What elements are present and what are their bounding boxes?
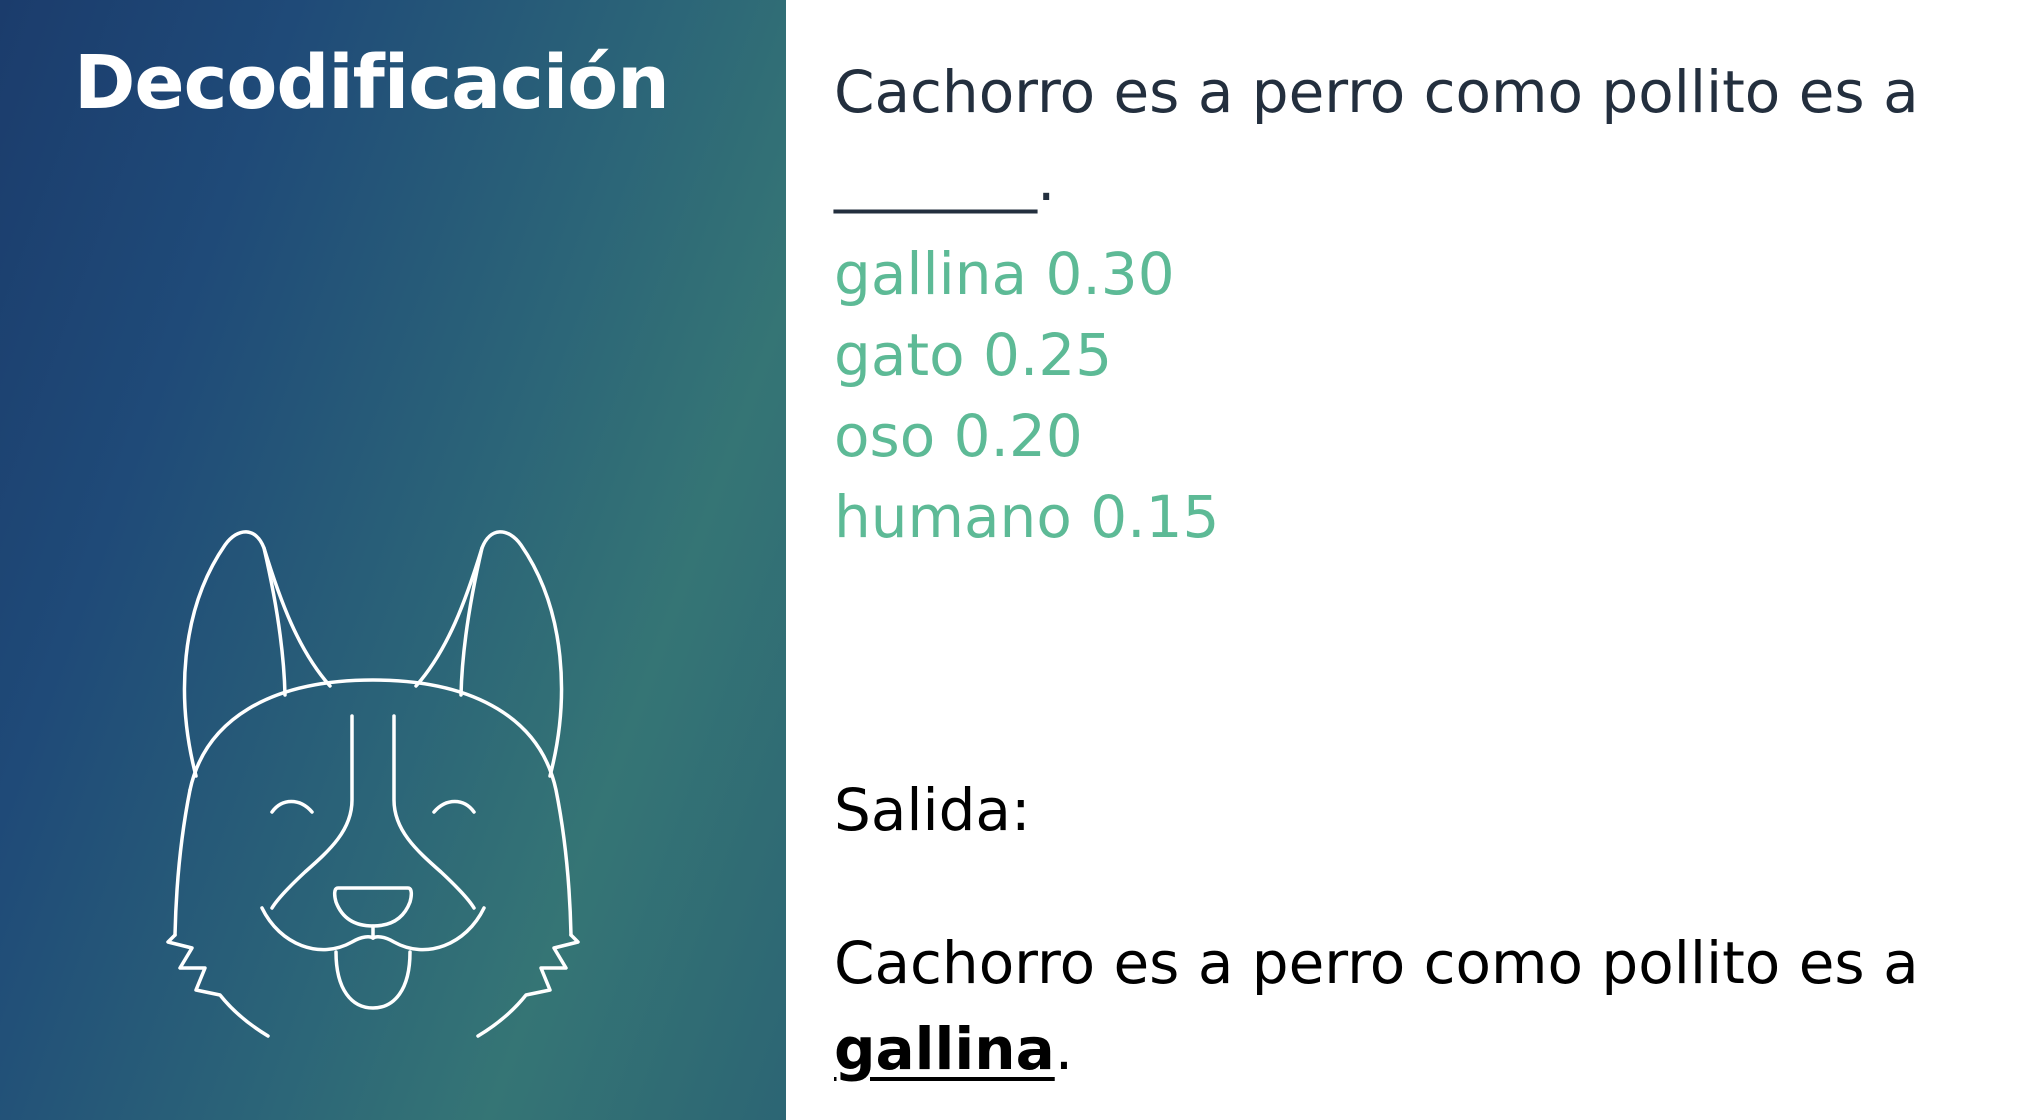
slide: Decodificación Cachorro es a perro como … <box>0 0 2042 1120</box>
candidate-word: gato <box>834 321 965 389</box>
prompt-blank: _______. <box>834 146 1056 214</box>
output-label: Salida: <box>834 776 1031 844</box>
candidate-word: oso <box>834 402 936 470</box>
slide-title: Decodificación <box>74 40 670 126</box>
candidate-word: gallina <box>834 240 1028 308</box>
candidate-probability: 0.30 <box>1045 240 1175 308</box>
title-panel: Decodificación <box>0 0 786 1120</box>
candidate-probability: 0.20 <box>953 402 1083 470</box>
content-panel: Cachorro es a perro como pollito es a ___… <box>786 0 2042 1120</box>
dog-face-icon <box>166 530 580 1038</box>
candidate-item: oso 0.20 <box>834 396 1219 477</box>
candidate-item: gato 0.25 <box>834 315 1219 396</box>
output-text: Cachorro es a perro como pollito es a <box>834 929 1919 997</box>
candidate-probability: 0.25 <box>983 321 1113 389</box>
prompt-sentence: Cachorro es a perro como pollito es a ___… <box>834 48 2014 224</box>
output-period: . <box>1054 1015 1074 1083</box>
output-sentence: Cachorro es a perro como pollito es a gal… <box>834 920 2014 1092</box>
candidate-item: humano 0.15 <box>834 477 1219 558</box>
candidate-probability: 0.15 <box>1090 483 1220 551</box>
output-answer: gallina <box>834 1015 1055 1083</box>
candidate-list: gallina 0.30 gato 0.25 oso 0.20 humano 0… <box>834 234 1219 558</box>
candidate-word: humano <box>834 483 1072 551</box>
candidate-item: gallina 0.30 <box>834 234 1219 315</box>
prompt-text: Cachorro es a perro como pollito es a <box>834 58 1919 126</box>
